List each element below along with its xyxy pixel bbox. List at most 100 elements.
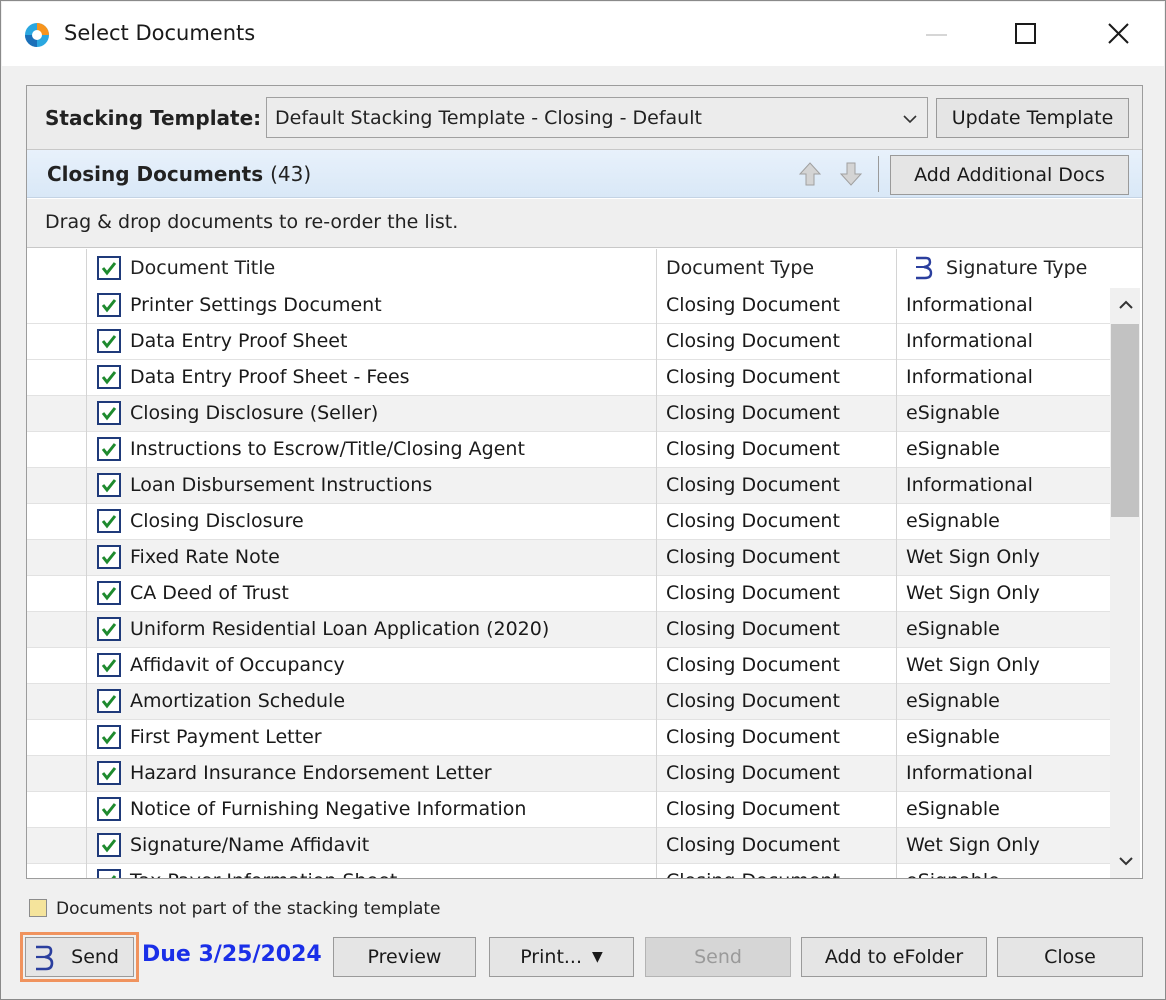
table-row[interactable]: Notice of Furnishing Negative Informatio… bbox=[27, 792, 1110, 828]
row-checkbox[interactable] bbox=[97, 653, 121, 677]
column-divider bbox=[656, 360, 657, 396]
closing-documents-title: Closing Documents (43) bbox=[47, 162, 311, 186]
row-checkbox[interactable] bbox=[97, 545, 121, 569]
maximize-icon[interactable] bbox=[1002, 14, 1046, 54]
row-checkbox[interactable] bbox=[97, 833, 121, 857]
preview-button[interactable]: Preview bbox=[333, 937, 476, 977]
table-row[interactable]: Affidavit of Occupancy Closing Document We… bbox=[27, 648, 1110, 684]
column-divider bbox=[86, 468, 87, 504]
document-title: Signature/Name Affidavit bbox=[130, 834, 370, 856]
document-title: Fixed Rate Note bbox=[130, 546, 280, 568]
row-checkbox[interactable] bbox=[97, 329, 121, 353]
row-checkbox[interactable] bbox=[97, 365, 121, 389]
table-row[interactable]: Data Entry Proof Sheet - Fees Closing Doc… bbox=[27, 360, 1110, 396]
column-header-type[interactable]: Document Type bbox=[666, 257, 814, 279]
print-button[interactable]: Print... ▼ bbox=[489, 937, 634, 977]
row-checkbox[interactable] bbox=[97, 401, 121, 425]
document-title: First Payment Letter bbox=[130, 726, 322, 748]
document-type: Closing Document bbox=[666, 726, 840, 748]
column-divider bbox=[656, 576, 657, 612]
row-checkbox[interactable] bbox=[97, 581, 121, 605]
checkmark-icon bbox=[101, 443, 117, 457]
column-header-title[interactable]: Document Title bbox=[130, 257, 275, 279]
stacking-template-select[interactable]: Default Stacking Template - Closing - De… bbox=[266, 97, 928, 138]
select-all-checkbox[interactable] bbox=[97, 256, 121, 280]
column-divider bbox=[896, 828, 897, 864]
row-checkbox[interactable] bbox=[97, 437, 121, 461]
table-row[interactable]: Hazard Insurance Endorsement Letter Closi… bbox=[27, 756, 1110, 792]
row-checkbox[interactable] bbox=[97, 617, 121, 641]
table-row[interactable]: Loan Disbursement Instructions Closing Do… bbox=[27, 468, 1110, 504]
table-row[interactable]: First Payment Letter Closing Document eSig… bbox=[27, 720, 1110, 756]
vertical-scrollbar[interactable] bbox=[1110, 288, 1140, 878]
row-checkbox[interactable] bbox=[97, 797, 121, 821]
legend-text: Documents not part of the stacking templ… bbox=[56, 899, 441, 919]
column-divider bbox=[86, 756, 87, 792]
row-checkbox[interactable] bbox=[97, 509, 121, 533]
row-checkbox[interactable] bbox=[97, 725, 121, 749]
row-checkbox[interactable] bbox=[97, 689, 121, 713]
signature-type: eSignable bbox=[906, 798, 1000, 820]
column-divider bbox=[896, 576, 897, 612]
checkmark-icon bbox=[101, 731, 117, 745]
chevron-down-icon bbox=[903, 115, 917, 124]
scroll-up-icon[interactable] bbox=[1117, 298, 1135, 312]
checkmark-icon bbox=[101, 803, 117, 817]
column-header-signature[interactable]: Signature Type bbox=[946, 257, 1087, 279]
column-divider bbox=[86, 792, 87, 828]
signature-type: Informational bbox=[906, 366, 1033, 388]
column-divider bbox=[86, 828, 87, 864]
row-checkbox[interactable] bbox=[97, 473, 121, 497]
column-divider bbox=[656, 720, 657, 756]
table-row[interactable]: Signature/Name Affidavit Closing Document… bbox=[27, 828, 1110, 864]
column-divider bbox=[656, 756, 657, 792]
document-count: (43) bbox=[270, 162, 312, 186]
column-divider bbox=[656, 288, 657, 324]
document-title: Notice of Furnishing Negative Informatio… bbox=[130, 798, 527, 820]
column-divider bbox=[896, 720, 897, 756]
column-divider bbox=[656, 612, 657, 648]
table-row[interactable]: CA Deed of Trust Closing Document Wet Sign… bbox=[27, 576, 1110, 612]
move-up-arrow-icon[interactable] bbox=[797, 160, 823, 188]
row-checkbox[interactable] bbox=[97, 293, 121, 317]
minimize-icon[interactable] bbox=[914, 14, 958, 54]
checkmark-icon bbox=[101, 587, 117, 601]
table-row[interactable]: Printer Settings Document Closing Documen… bbox=[27, 288, 1110, 324]
table-row[interactable]: Instructions to Escrow/Title/Closing Age… bbox=[27, 432, 1110, 468]
close-button[interactable]: Close bbox=[997, 937, 1143, 977]
row-checkbox[interactable] bbox=[97, 869, 121, 878]
add-additional-docs-button[interactable]: Add Additional Docs bbox=[890, 155, 1129, 195]
checkmark-icon bbox=[101, 695, 117, 709]
document-title: Uniform Residential Loan Application (20… bbox=[130, 618, 550, 640]
signature-logo-icon bbox=[916, 256, 933, 280]
scroll-thumb[interactable] bbox=[1111, 324, 1139, 517]
table-row[interactable]: Closing Disclosure (Seller) Closing Docum… bbox=[27, 396, 1110, 432]
document-type: Closing Document bbox=[666, 762, 840, 784]
documents-panel: Stacking Template: Default Stacking Temp… bbox=[26, 85, 1143, 879]
row-checkbox[interactable] bbox=[97, 761, 121, 785]
table-row[interactable]: Amortization Schedule Closing Document eSi… bbox=[27, 684, 1110, 720]
column-divider bbox=[86, 288, 87, 324]
column-divider bbox=[896, 648, 897, 684]
table-row[interactable]: Closing Disclosure Closing Document eSigna… bbox=[27, 504, 1110, 540]
update-template-button[interactable]: Update Template bbox=[936, 98, 1129, 138]
scroll-down-icon[interactable] bbox=[1117, 854, 1135, 868]
table-row[interactable]: Tax Payer Information Sheet Closing Docum… bbox=[27, 864, 1110, 878]
send-button[interactable]: Send bbox=[25, 937, 134, 977]
document-type: Closing Document bbox=[666, 294, 840, 316]
column-divider bbox=[86, 396, 87, 432]
column-divider bbox=[86, 249, 87, 288]
add-to-efolder-button[interactable]: Add to eFolder bbox=[801, 937, 987, 977]
checkmark-icon bbox=[101, 371, 117, 385]
signature-type: eSignable bbox=[906, 690, 1000, 712]
column-divider bbox=[656, 648, 657, 684]
column-divider bbox=[656, 468, 657, 504]
table-row[interactable]: Fixed Rate Note Closing Document Wet Sign … bbox=[27, 540, 1110, 576]
send-disabled-button[interactable]: Send bbox=[645, 937, 791, 977]
table-row[interactable]: Uniform Residential Loan Application (20… bbox=[27, 612, 1110, 648]
table-row[interactable]: Data Entry Proof Sheet Closing Document In… bbox=[27, 324, 1110, 360]
column-divider bbox=[656, 792, 657, 828]
document-type: Closing Document bbox=[666, 402, 840, 424]
close-icon[interactable] bbox=[1096, 14, 1140, 54]
move-down-arrow-icon[interactable] bbox=[838, 160, 864, 188]
